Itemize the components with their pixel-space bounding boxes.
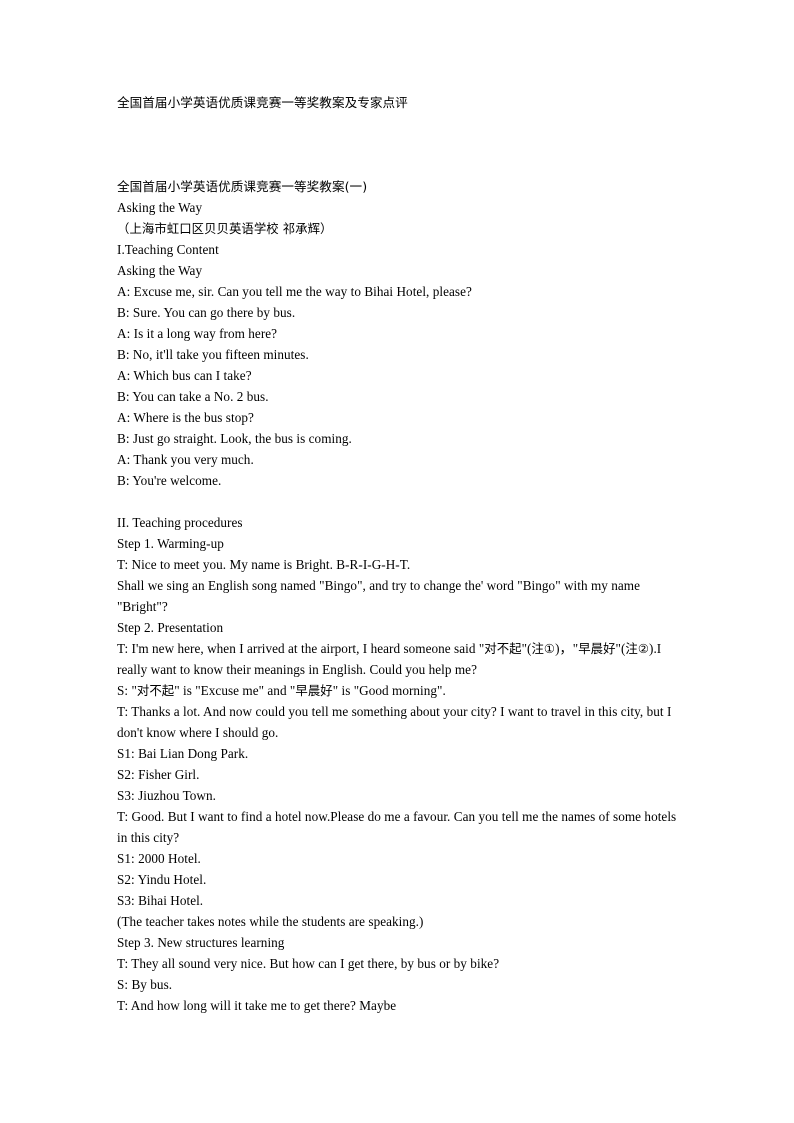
step3-line: T: And how long will it take me to get t… (117, 998, 397, 1013)
dialogue-line: A: Is it a long way from here? (117, 326, 278, 341)
document-body: 全国首届小学英语优质课竞赛一等奖教案及专家点评 全国首届小学英语优质课竞赛一等奖… (117, 92, 679, 1016)
step2-cjk-note2: 注② (625, 641, 650, 656)
title-spacer (117, 113, 679, 176)
step2-cjk-zaochenhao: 早晨好 (295, 683, 333, 698)
step2-text-part: "( (521, 641, 532, 656)
step2-cjk-zaochenhao: 早晨好 (578, 641, 616, 656)
step2-cjk-duibuqi: 对不起 (484, 641, 522, 656)
section-heading: 全国首届小学英语优质课竞赛一等奖教案(一) (117, 179, 368, 194)
step2-cjk-note1: 注① (531, 641, 556, 656)
step3-heading: Step 3. New structures learning (117, 935, 285, 950)
dialogue-line: B: You're welcome. (117, 473, 222, 488)
step3-line: S: By bus. (117, 977, 173, 992)
dialogue-line: A: Where is the bus stop? (117, 410, 254, 425)
document-title: 全国首届小学英语优质课竞赛一等奖教案及专家点评 (117, 95, 408, 110)
step2-heading: Step 2. Presentation (117, 620, 224, 635)
teaching-content-heading: I.Teaching Content (117, 242, 219, 257)
dialogue-line: B: You can take a No. 2 bus. (117, 389, 269, 404)
step2-text-part: " is "Excuse me" and " (174, 683, 296, 698)
step2-line: S2: Fisher Girl. (117, 767, 200, 782)
step2-line: S1: Bai Lian Dong Park. (117, 746, 249, 761)
step2-line: S3: Bihai Hotel. (117, 893, 204, 908)
step2-student-line: S: "对不起" is "Excuse me" and "早晨好" is "Go… (117, 680, 679, 701)
dialogue-title: Asking the Way (117, 263, 203, 278)
step2-text-part: " is "Good morning". (332, 683, 446, 698)
dialogue-line: A: Thank you very much. (117, 452, 254, 467)
document-page: 全国首届小学英语优质课竞赛一等奖教案及专家点评 全国首届小学英语优质课竞赛一等奖… (0, 0, 794, 1123)
step2-line: S2: Yindu Hotel. (117, 872, 207, 887)
step2-text-part: "( (615, 641, 626, 656)
step2-line: S1: 2000 Hotel. (117, 851, 201, 866)
step1-heading: Step 1. Warming-up (117, 536, 224, 551)
step1-line: T: Nice to meet you. My name is Bright. … (117, 557, 411, 572)
step2-teacher-line: T: I'm new here, when I arrived at the a… (117, 638, 679, 680)
byline: （上海市虹口区贝贝英语学校 祁承辉） (117, 221, 333, 236)
dialogue-line: B: Just go straight. Look, the bus is co… (117, 431, 352, 446)
step2-line: T: Good. But I want to find a hotel now.… (117, 809, 677, 845)
step3-line: T: They all sound very nice. But how can… (117, 956, 500, 971)
procedures-heading: II. Teaching procedures (117, 515, 243, 530)
step2-line: S3: Jiuzhou Town. (117, 788, 216, 803)
dialogue-line: B: No, it'll take you fifteen minutes. (117, 347, 309, 362)
step1-line: Shall we sing an English song named "Bin… (117, 578, 641, 614)
step2-cjk-duibuqi: 对不起 (136, 683, 175, 698)
step2-text-part: S: " (117, 683, 137, 698)
lesson-title: Asking the Way (117, 200, 203, 215)
step2-line: (The teacher takes notes while the stude… (117, 914, 424, 929)
dialogue-line: B: Sure. You can go there by bus. (117, 305, 296, 320)
dialogue-line: A: Which bus can I take? (117, 368, 252, 383)
step2-line: T: Thanks a lot. And now could you tell … (117, 704, 672, 740)
step2-text-part: T: I'm new here, when I arrived at the a… (117, 641, 485, 656)
step2-text-part: )，" (555, 641, 579, 656)
dialogue-line: A: Excuse me, sir. Can you tell me the w… (117, 284, 472, 299)
